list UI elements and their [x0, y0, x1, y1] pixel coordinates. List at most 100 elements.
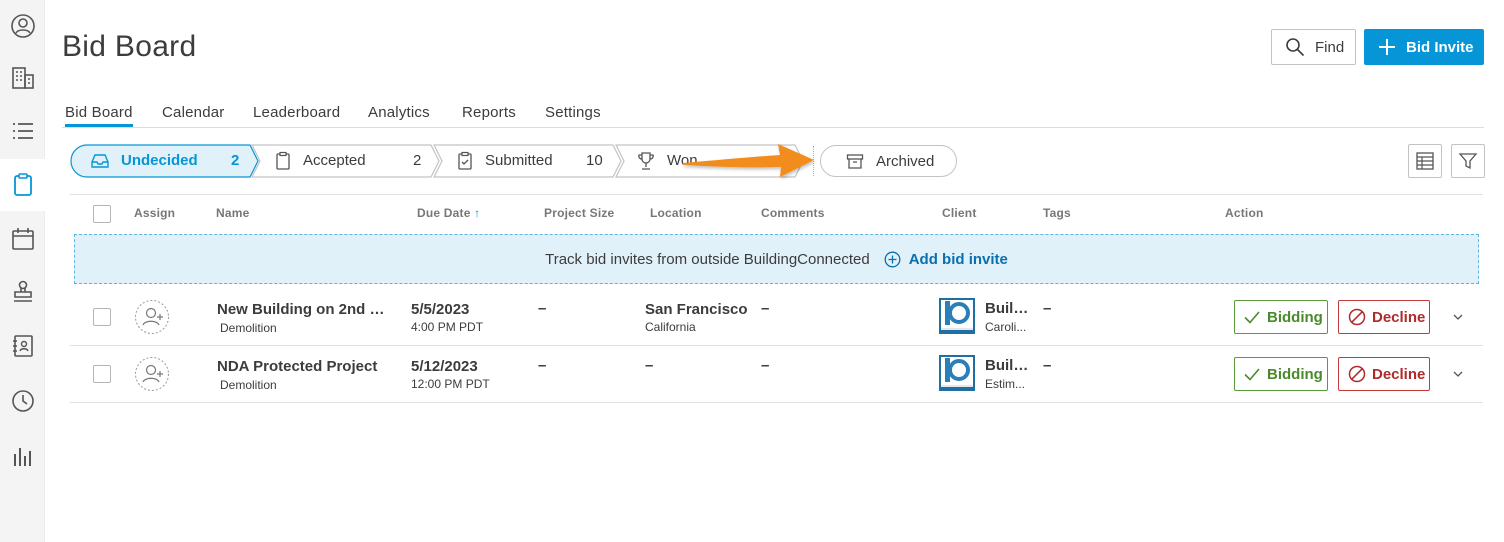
row-checkbox[interactable]: [93, 308, 111, 326]
clipboard-icon: [276, 151, 290, 170]
sidebar-item-stamp[interactable]: [0, 266, 45, 318]
bar-chart-icon: [13, 448, 31, 466]
column-assign[interactable]: Assign: [134, 206, 175, 220]
location-city: San Francisco: [645, 301, 748, 318]
stage-divider: [813, 146, 814, 176]
select-all-checkbox[interactable]: [93, 205, 111, 223]
clock-icon: [11, 390, 34, 412]
banner-text: Track bid invites from outside BuildingC…: [545, 250, 870, 268]
stage-won[interactable]: Won: [615, 144, 810, 178]
archived-label: Archived: [876, 152, 935, 170]
plus-circle-icon: [884, 251, 901, 267]
project-trade: Demolition: [220, 378, 277, 392]
sidebar-item-companies[interactable]: [0, 52, 45, 104]
client-logo: [939, 355, 975, 391]
tab-calendar[interactable]: Calendar: [162, 104, 224, 121]
chevron-down-icon[interactable]: [1451, 367, 1465, 381]
client-logo: [939, 298, 975, 334]
column-client[interactable]: Client: [942, 206, 977, 220]
project-name[interactable]: NDA Protected Project: [217, 358, 389, 375]
table-row[interactable]: New Building on 2nd St... Demolition 5/5…: [70, 289, 1483, 346]
client-contact: Caroli...: [985, 320, 1027, 334]
main-tabs: Bid Board Calendar Leaderboard Analytics…: [62, 104, 1484, 128]
decline-button[interactable]: Decline: [1338, 357, 1430, 391]
location-state: California: [645, 320, 696, 334]
due-time: 4:00 PM PDT: [411, 320, 484, 334]
bid-invite-label: Bid Invite: [1406, 38, 1474, 56]
bidding-label: Bidding: [1267, 365, 1323, 383]
due-date: 5/12/2023: [411, 358, 478, 375]
bidding-button[interactable]: Bidding: [1234, 300, 1328, 334]
page-title: Bid Board: [62, 30, 197, 63]
stage-accepted-label: Accepted: [303, 152, 366, 169]
client-name[interactable]: Build...: [985, 300, 1031, 317]
calendar-icon: [11, 228, 34, 250]
table-icon: [1416, 152, 1434, 170]
bidding-button[interactable]: Bidding: [1234, 357, 1328, 391]
stage-submitted-label: Submitted: [485, 152, 553, 169]
search-icon: [1286, 38, 1305, 57]
sidebar-item-list[interactable]: [0, 105, 45, 157]
chevron-down-icon[interactable]: [1451, 310, 1465, 324]
table-view-button[interactable]: [1408, 144, 1442, 178]
no-entry-icon: [1348, 365, 1366, 383]
inbox-tray-icon: [91, 154, 109, 168]
due-date: 5/5/2023: [411, 301, 470, 318]
tab-analytics[interactable]: Analytics: [368, 104, 430, 121]
decline-button[interactable]: Decline: [1338, 300, 1430, 334]
stage-accepted[interactable]: Accepted 2: [251, 144, 441, 178]
stage-undecided-count: 2: [231, 152, 240, 169]
table-header: Assign Name Due Date ↑ Project Size Loca…: [70, 194, 1483, 230]
project-name[interactable]: New Building on 2nd St...: [217, 301, 389, 318]
column-due-date[interactable]: Due Date ↑: [417, 206, 480, 220]
sidebar-item-calendar[interactable]: [0, 213, 45, 265]
bid-invite-button[interactable]: Bid Invite: [1364, 29, 1484, 65]
column-action: Action: [1225, 206, 1264, 220]
tags: –: [1043, 300, 1052, 317]
check-icon: [1244, 368, 1260, 381]
row-checkbox[interactable]: [93, 365, 111, 383]
table-row[interactable]: NDA Protected Project Demolition 5/12/20…: [70, 346, 1483, 403]
sidebar-item-profile[interactable]: [0, 0, 45, 52]
archived-button[interactable]: Archived: [820, 145, 957, 177]
add-bid-invite-banner: Track bid invites from outside BuildingC…: [74, 234, 1479, 284]
stage-undecided-label: Undecided: [121, 152, 198, 169]
sidebar-item-contacts[interactable]: [0, 320, 45, 372]
column-tags[interactable]: Tags: [1043, 206, 1071, 220]
contacts-book-icon: [12, 335, 33, 357]
stage-undecided[interactable]: Undecided 2: [70, 144, 260, 178]
decline-label: Decline: [1372, 365, 1426, 383]
sidebar-item-analytics[interactable]: [0, 430, 45, 482]
comments: –: [761, 357, 770, 374]
tags: –: [1043, 357, 1052, 374]
tab-leaderboard[interactable]: Leaderboard: [253, 104, 340, 121]
sidebar-item-history[interactable]: [0, 375, 45, 427]
add-bid-invite-link[interactable]: Add bid invite: [884, 251, 1008, 268]
tab-settings[interactable]: Settings: [545, 104, 601, 121]
project-size: –: [538, 357, 547, 374]
client-name[interactable]: Build...: [985, 357, 1031, 374]
bidding-label: Bidding: [1267, 308, 1323, 326]
decline-label: Decline: [1372, 308, 1426, 326]
client-contact: Estim...: [985, 377, 1026, 391]
sort-ascending-icon: ↑: [474, 206, 481, 220]
project-size: –: [538, 300, 547, 317]
project-trade: Demolition: [220, 321, 277, 335]
assign-user-icon[interactable]: [134, 356, 170, 392]
column-comments[interactable]: Comments: [761, 206, 825, 220]
tab-reports[interactable]: Reports: [462, 104, 516, 121]
stage-submitted-count: 10: [586, 152, 603, 169]
assign-user-icon[interactable]: [134, 299, 170, 335]
no-entry-icon: [1348, 308, 1366, 326]
column-name[interactable]: Name: [216, 206, 249, 220]
filter-button[interactable]: [1451, 144, 1485, 178]
column-location[interactable]: Location: [650, 206, 702, 220]
column-project-size[interactable]: Project Size: [544, 206, 614, 220]
find-label: Find: [1315, 38, 1345, 56]
due-time: 12:00 PM PDT: [411, 377, 490, 391]
find-button[interactable]: Find: [1271, 29, 1356, 65]
stage-submitted[interactable]: Submitted 10: [433, 144, 623, 178]
trophy-icon: [638, 152, 654, 170]
sidebar-item-bid-board[interactable]: [0, 159, 45, 211]
tab-bid-board[interactable]: Bid Board: [65, 104, 133, 127]
